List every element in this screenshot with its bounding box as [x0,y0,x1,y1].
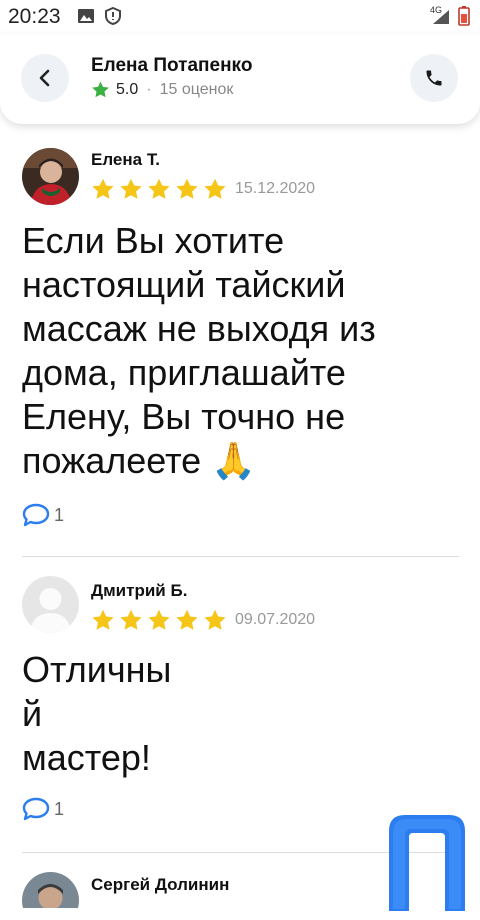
page-title: Елена Потапенко [91,55,253,76]
star-icon [92,609,114,630]
divider [22,556,459,557]
rating-summary: 5.0 · 15 оценок [91,81,233,99]
back-button[interactable] [21,54,69,102]
review-stars [91,609,231,632]
comment-count: 1 [54,504,65,525]
phone-icon [426,70,442,86]
call-button[interactable] [410,54,458,102]
comments-button[interactable]: 1 [22,503,64,527]
review-text-line: й [22,693,43,734]
star-icon [176,178,198,199]
praying-hands-emoji: 🙏 [211,440,257,481]
review-author: Дмитрий Б. [91,581,188,600]
battery-icon [458,6,470,26]
review-author: Елена Т. [91,150,161,169]
star-icon [148,609,170,630]
review-text-line: Отличны [22,649,172,690]
comment-icon [22,503,50,527]
star-icon [120,178,142,199]
star-icon [176,609,198,630]
comment-count: 1 [54,798,65,819]
separator-dot: · [146,81,152,98]
comment-icon [22,797,50,821]
comments-button[interactable]: 1 [22,797,64,821]
review-text-body: Если Вы хотите настоящий тайский массаж … [22,220,376,481]
avatar [22,148,79,205]
review-text: Отличны й мастер! [22,648,462,780]
review-text: Если Вы хотите настоящий тайский массаж … [22,219,462,483]
rating-star-icon [92,81,109,98]
brand-logo-icon [389,815,465,911]
profile-header: Елена Потапенко 5.0 · 15 оценок [0,34,480,124]
rating-count: 15 оценок [159,81,234,98]
signal-icon [433,10,449,24]
status-time: 20:23 [8,5,61,28]
review-stars [91,178,231,201]
status-bar: 20:23 4G [0,0,480,34]
rating-value: 5.0 [116,81,139,98]
avatar [22,576,79,633]
star-icon [204,178,226,199]
review-date: 15.12.2020 [235,180,316,197]
star-icon [120,609,142,630]
review-text-line: мастер! [22,737,151,778]
shield-icon [105,7,121,25]
star-icon [92,178,114,199]
review-date: 09.07.2020 [235,611,316,628]
star-icon [148,178,170,199]
image-icon [78,9,94,23]
review-author: Сергей Долинин [91,875,230,894]
star-icon [204,609,226,630]
chevron-left-icon [39,69,50,87]
